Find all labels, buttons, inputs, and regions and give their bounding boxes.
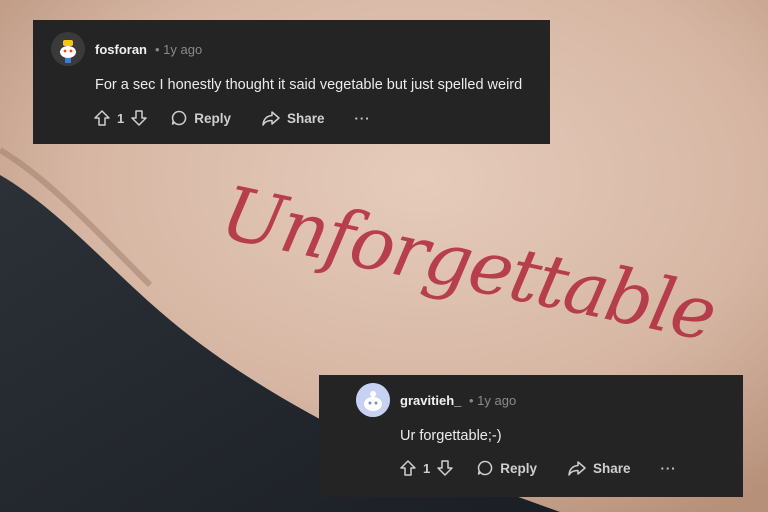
dot-separator: • xyxy=(469,393,478,408)
comment-author[interactable]: gravitieh_ xyxy=(400,393,461,408)
comment-time: 1y ago xyxy=(477,393,517,408)
comment-time: 1y ago xyxy=(163,42,203,57)
snoo-avatar-icon xyxy=(51,32,85,66)
reply-bubble-icon xyxy=(171,110,187,126)
avatar[interactable] xyxy=(356,383,390,417)
comment-card: fosforan • 1y ago For a sec I honestly t… xyxy=(33,20,550,144)
reply-label: Reply xyxy=(194,110,231,126)
dot-separator: • xyxy=(155,42,164,57)
downvote-button[interactable] xyxy=(436,459,454,477)
more-dots-icon: ··· xyxy=(354,110,371,126)
comment-body: For a sec I honestly thought it said veg… xyxy=(95,77,523,93)
share-arrow-icon xyxy=(262,111,280,126)
more-options-button[interactable]: ··· xyxy=(661,461,677,476)
share-button[interactable]: Share xyxy=(567,459,631,477)
downvote-icon xyxy=(131,110,147,126)
share-button[interactable]: Share xyxy=(261,109,325,127)
downvote-icon xyxy=(437,460,453,476)
comment-actions: 1 Reply Share ··· xyxy=(399,459,677,477)
reply-button[interactable]: Reply xyxy=(476,459,537,477)
comment-meta: • 1y ago xyxy=(469,393,516,408)
more-dots-icon: ··· xyxy=(660,460,677,476)
reply-bubble-icon xyxy=(477,460,493,476)
share-label: Share xyxy=(287,110,325,126)
upvote-icon xyxy=(400,460,416,476)
share-label: Share xyxy=(593,460,631,476)
vote-count: 1 xyxy=(423,460,431,476)
downvote-button[interactable] xyxy=(130,109,148,127)
avatar[interactable] xyxy=(51,32,85,66)
comment-meta: • 1y ago xyxy=(155,42,202,57)
snoo-avatar-icon xyxy=(356,383,390,417)
more-options-button[interactable]: ··· xyxy=(355,111,371,126)
vote-count: 1 xyxy=(117,110,125,126)
comment-card: gravitieh_ • 1y ago Ur forgettable;-) 1 … xyxy=(319,375,743,497)
comment-author[interactable]: fosforan xyxy=(95,42,147,57)
comment-body: Ur forgettable;-) xyxy=(400,428,502,444)
upvote-icon xyxy=(94,110,110,126)
reply-label: Reply xyxy=(500,460,537,476)
share-arrow-icon xyxy=(568,461,586,476)
reply-button[interactable]: Reply xyxy=(170,109,231,127)
upvote-button[interactable] xyxy=(93,109,111,127)
upvote-button[interactable] xyxy=(399,459,417,477)
comment-actions: 1 Reply Share ··· xyxy=(93,109,371,127)
